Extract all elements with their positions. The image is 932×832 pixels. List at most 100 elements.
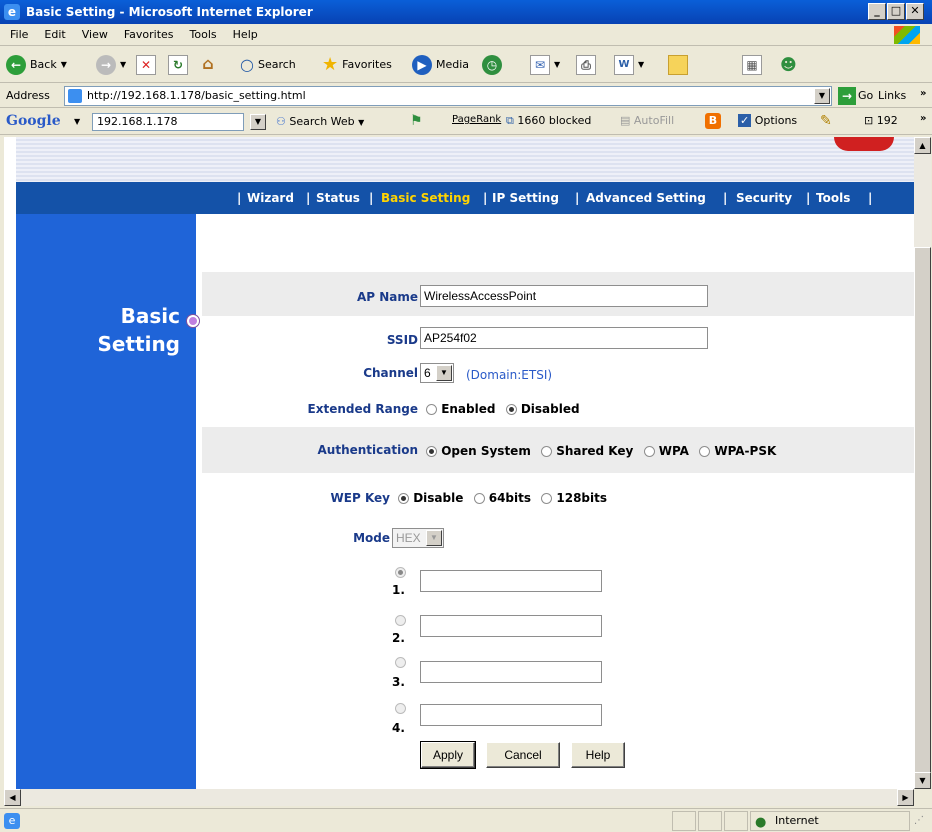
chevron-right-icon[interactable]: » [920, 88, 926, 99]
browser-window: e Basic Setting - Microsoft Internet Exp… [0, 0, 932, 832]
google-logo[interactable]: Google [6, 113, 61, 129]
mail-button[interactable]: ✉ ▼ [530, 53, 560, 77]
back-button[interactable]: ← Back ▼ [6, 53, 67, 77]
nav-status[interactable]: Status [316, 182, 360, 214]
minimize-button[interactable]: _ [868, 3, 886, 20]
wep-128bits-radio[interactable] [541, 493, 553, 504]
forward-button[interactable]: → ▼ [96, 53, 126, 77]
key1-number: 1. [392, 583, 405, 597]
favorites-button[interactable]: ★ Favorites [322, 53, 392, 77]
scroll-left-icon[interactable]: ◀ [4, 789, 21, 806]
auth-open-system-radio[interactable] [426, 446, 437, 457]
pagerank-indicator[interactable]: PageRank [452, 114, 501, 125]
vertical-scrollbar[interactable]: ▲ ▼ [914, 137, 931, 789]
wep-64bits-radio[interactable] [473, 493, 485, 504]
horizontal-scrollbar[interactable]: ◀ ▶ [4, 789, 914, 806]
search-button[interactable]: ○ Search [240, 53, 296, 77]
channel-select[interactable]: 6 ▼ [420, 363, 454, 383]
google-dropdown[interactable]: ▼ [250, 114, 266, 130]
nav-advanced-setting[interactable]: Advanced Setting [586, 182, 706, 214]
resize-grip-icon[interactable]: ⋰ [914, 815, 924, 826]
wep-disable-radio[interactable] [398, 493, 409, 504]
print-button[interactable]: ⎙ [576, 53, 596, 77]
messenger-button[interactable]: ☻ [780, 53, 797, 77]
chevron-down-icon: ▼ [60, 60, 67, 69]
nav-ip-setting[interactable]: IP Setting [492, 182, 559, 214]
extended-range-enabled-radio[interactable] [426, 404, 437, 415]
refresh-button[interactable]: ↻ [168, 53, 188, 77]
page-title: Basic Setting [97, 304, 181, 356]
menu-file[interactable]: File [10, 24, 28, 46]
popup-blocker[interactable]: ⧉ 1660 blocked [506, 114, 591, 128]
address-input[interactable]: http://192.168.1.178/basic_setting.html [64, 86, 832, 106]
bullet-icon [187, 315, 199, 327]
zone-indicator: ● Internet [750, 811, 910, 831]
maximize-button[interactable]: □ [887, 3, 905, 20]
google-search-input[interactable]: 192.168.1.178 [92, 113, 244, 131]
key3-input[interactable] [420, 661, 602, 683]
key1-input[interactable] [420, 570, 602, 592]
key1-radio[interactable] [395, 567, 406, 578]
menu-tools[interactable]: Tools [190, 24, 217, 46]
ssid-label: SSID [386, 333, 418, 347]
edit-button[interactable]: W ▼ [614, 53, 644, 77]
apply-button[interactable]: Apply [420, 741, 476, 769]
key3-number: 3. [392, 675, 405, 689]
word-find-button[interactable]: ⊡ 192 [864, 114, 898, 127]
mode-select[interactable]: HEX ▼ [392, 528, 444, 548]
key2-input[interactable] [420, 615, 602, 637]
scroll-up-icon[interactable]: ▲ [914, 137, 931, 154]
options-icon: ✓ [738, 114, 752, 127]
auth-wpa-radio[interactable] [643, 446, 655, 457]
auth-wpa-psk-radio[interactable] [699, 446, 711, 457]
key4-input[interactable] [420, 704, 602, 726]
autofill-button[interactable]: ▤ AutoFill [620, 114, 674, 127]
chevron-down-icon: ▼ [120, 60, 127, 69]
chevron-down-icon: ▼ [638, 60, 645, 69]
menu-view[interactable]: View [82, 24, 108, 46]
options-button[interactable]: ✓ Options [738, 114, 797, 127]
go-button[interactable]: Go [858, 89, 873, 102]
close-button[interactable]: ✕ [906, 3, 924, 20]
menu-edit[interactable]: Edit [44, 24, 65, 46]
discuss-button[interactable] [668, 53, 688, 77]
nav-tools[interactable]: Tools [816, 182, 850, 214]
go-arrow-icon[interactable]: → [838, 87, 856, 105]
ap-name-input[interactable]: WirelessAccessPoint [420, 285, 708, 307]
scroll-thumb[interactable] [914, 247, 931, 777]
home-button[interactable]: ⌂ [198, 53, 218, 77]
chevron-down-icon: ▼ [426, 530, 442, 546]
messenger-icon: ☻ [780, 55, 797, 74]
nav-basic-setting[interactable]: Basic Setting [381, 182, 470, 214]
key4-radio[interactable] [395, 703, 406, 714]
media-button[interactable]: ▶ Media [412, 53, 469, 77]
menu-favorites[interactable]: Favorites [124, 24, 174, 46]
search-web-button[interactable]: ⚇ Search Web ▼ [276, 115, 364, 128]
key2-radio[interactable] [395, 615, 406, 626]
history-button[interactable]: ◷ [482, 53, 502, 77]
chevron-right-icon[interactable]: » [920, 113, 926, 124]
nav-wizard[interactable]: Wizard [247, 182, 294, 214]
extended-range-disabled-radio[interactable] [505, 404, 517, 415]
highlight-icon[interactable]: ✎ [820, 113, 832, 129]
cancel-button[interactable]: Cancel [486, 742, 560, 768]
address-dropdown[interactable]: ▼ [814, 88, 830, 104]
extended-range-label: Extended Range [307, 402, 418, 416]
find-icon: ⊡ [864, 114, 874, 127]
links-button[interactable]: Links [878, 89, 906, 102]
blogger-icon[interactable]: B [705, 113, 721, 129]
auth-shared-key-radio[interactable] [541, 446, 553, 457]
help-button[interactable]: Help [571, 742, 625, 768]
scroll-right-icon[interactable]: ▶ [897, 789, 914, 806]
nav-security[interactable]: Security [736, 182, 792, 214]
chevron-down-icon: ▼ [358, 118, 365, 127]
ssid-input[interactable]: AP254f02 [420, 327, 708, 349]
word-icon: W [614, 55, 634, 75]
research-button[interactable]: ▦ [742, 53, 762, 77]
news-icon[interactable]: ⚑ [410, 113, 423, 129]
stop-button[interactable]: ✕ [136, 53, 156, 77]
scroll-down-icon[interactable]: ▼ [914, 772, 931, 789]
key3-radio[interactable] [395, 657, 406, 668]
chevron-down-icon[interactable]: ▼ [74, 117, 80, 126]
menu-help[interactable]: Help [233, 24, 258, 46]
